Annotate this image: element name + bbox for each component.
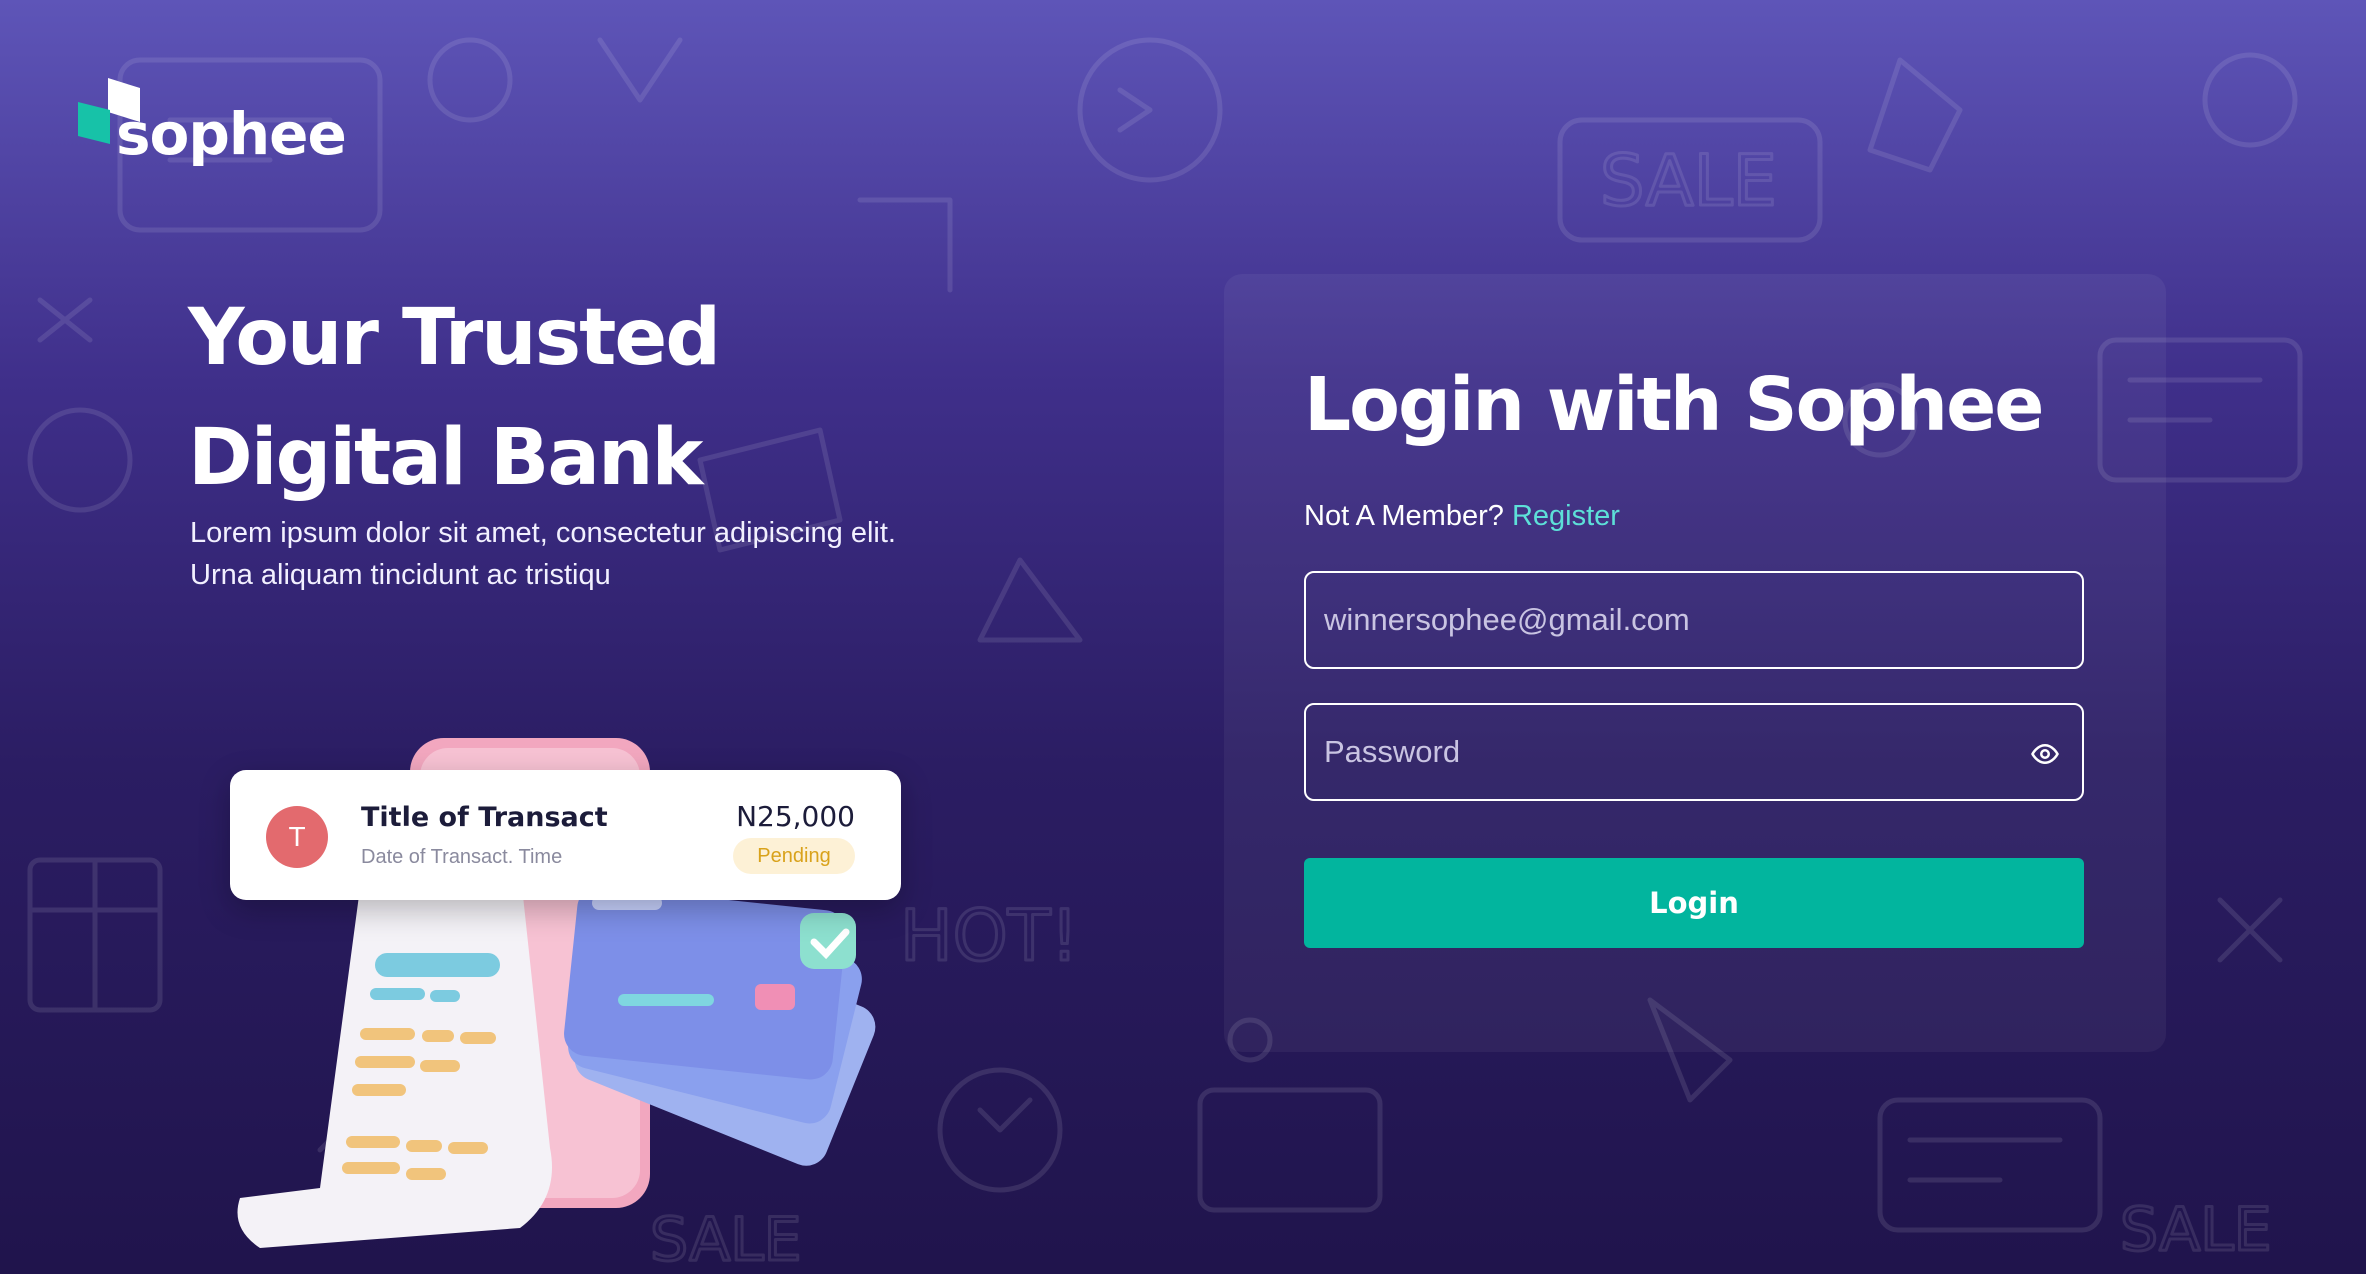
register-link[interactable]: Register xyxy=(1512,500,1620,532)
email-field[interactable] xyxy=(1306,573,2082,667)
hero-title: Your Trusted Digital Bank xyxy=(188,293,721,503)
password-field-wrapper xyxy=(1304,703,2084,801)
status-badge: Pending xyxy=(733,838,855,874)
svg-text:SALE: SALE xyxy=(1600,140,1777,222)
eye-icon[interactable] xyxy=(2030,739,2060,769)
transaction-avatar: T xyxy=(266,806,328,868)
member-prompt: Not A Member? Register xyxy=(1304,500,1620,533)
password-field[interactable] xyxy=(1306,705,2082,799)
transaction-amount: N25,000 xyxy=(736,800,855,833)
login-button[interactable]: Login xyxy=(1304,858,2084,948)
logo-text: sophee xyxy=(116,100,347,168)
transaction-card: T Title of Transact Date of Transact. Ti… xyxy=(230,770,901,900)
svg-text:HOT!: HOT! xyxy=(900,895,1079,977)
transaction-date: Date of Transact. Time xyxy=(361,846,563,868)
email-field-wrapper xyxy=(1304,571,2084,669)
transaction-title: Title of Transact xyxy=(361,802,608,833)
svg-text:SALE: SALE xyxy=(2120,1195,2272,1265)
member-prompt-text: Not A Member? xyxy=(1304,500,1504,532)
hero-subtitle: Lorem ipsum dolor sit amet, consectetur … xyxy=(190,517,896,591)
sophee-logo[interactable]: sophee xyxy=(78,78,347,168)
login-title: Login with Sophee xyxy=(1304,362,2044,448)
